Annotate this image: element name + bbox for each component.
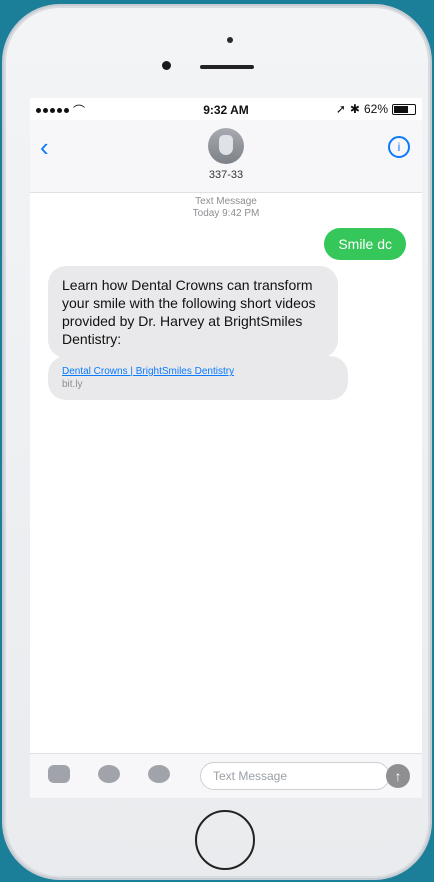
contact-avatar[interactable] — [208, 128, 244, 164]
send-icon: ↑ — [394, 768, 402, 784]
link-title[interactable]: Dental Crowns | BrightSmiles Dentistry — [62, 366, 334, 377]
contact-name: 337-33 — [208, 169, 244, 181]
camera-icon[interactable] — [48, 765, 70, 783]
info-button[interactable]: i — [388, 136, 410, 158]
link-domain: bit.ly — [62, 379, 83, 390]
timestamp-line-2: Today 9:42 PM — [192, 208, 260, 219]
link-preview-bubble[interactable]: Dental Crowns | BrightSmiles Dentistry b… — [48, 356, 348, 400]
phone-frame: ⌒ 9:32 AM ➚ ✱ 62% ‹ 337-33 i Text Messag… — [4, 6, 430, 878]
timestamp-line-1: Text Message — [195, 196, 257, 207]
conversation-header: ‹ 337-33 i — [30, 120, 422, 193]
incoming-message-bubble[interactable]: Learn how Dental Crowns can transform yo… — [48, 266, 338, 358]
message-input[interactable]: Text Message — [200, 762, 390, 790]
battery-icon — [392, 103, 416, 115]
proximity-sensor — [227, 37, 233, 43]
earpiece-speaker — [200, 65, 254, 69]
send-button[interactable]: ↑ — [386, 764, 410, 788]
bluetooth-icon: ✱ — [349, 102, 360, 116]
location-icon: ➚ — [335, 102, 346, 116]
status-right: ➚ ✱ 62% — [336, 102, 416, 116]
screen: ⌒ 9:32 AM ➚ ✱ 62% ‹ 337-33 i Text Messag… — [30, 98, 422, 798]
message-composer-bar: Text Message ↑ — [30, 753, 422, 798]
chevron-left-icon: ‹ — [40, 132, 49, 162]
home-button[interactable] — [195, 810, 255, 870]
message-timestamp: Text Message Today 9:42 PM — [30, 196, 422, 220]
app-store-icon[interactable] — [148, 765, 170, 783]
heart-icon[interactable] — [98, 765, 120, 783]
status-bar: ⌒ 9:32 AM ➚ ✱ 62% — [30, 98, 422, 120]
front-camera — [162, 61, 171, 70]
back-button[interactable]: ‹ — [40, 132, 49, 163]
outgoing-message-bubble[interactable]: Smile dc — [324, 228, 406, 260]
battery-percent: 62% — [363, 102, 388, 116]
info-icon: i — [397, 140, 401, 154]
